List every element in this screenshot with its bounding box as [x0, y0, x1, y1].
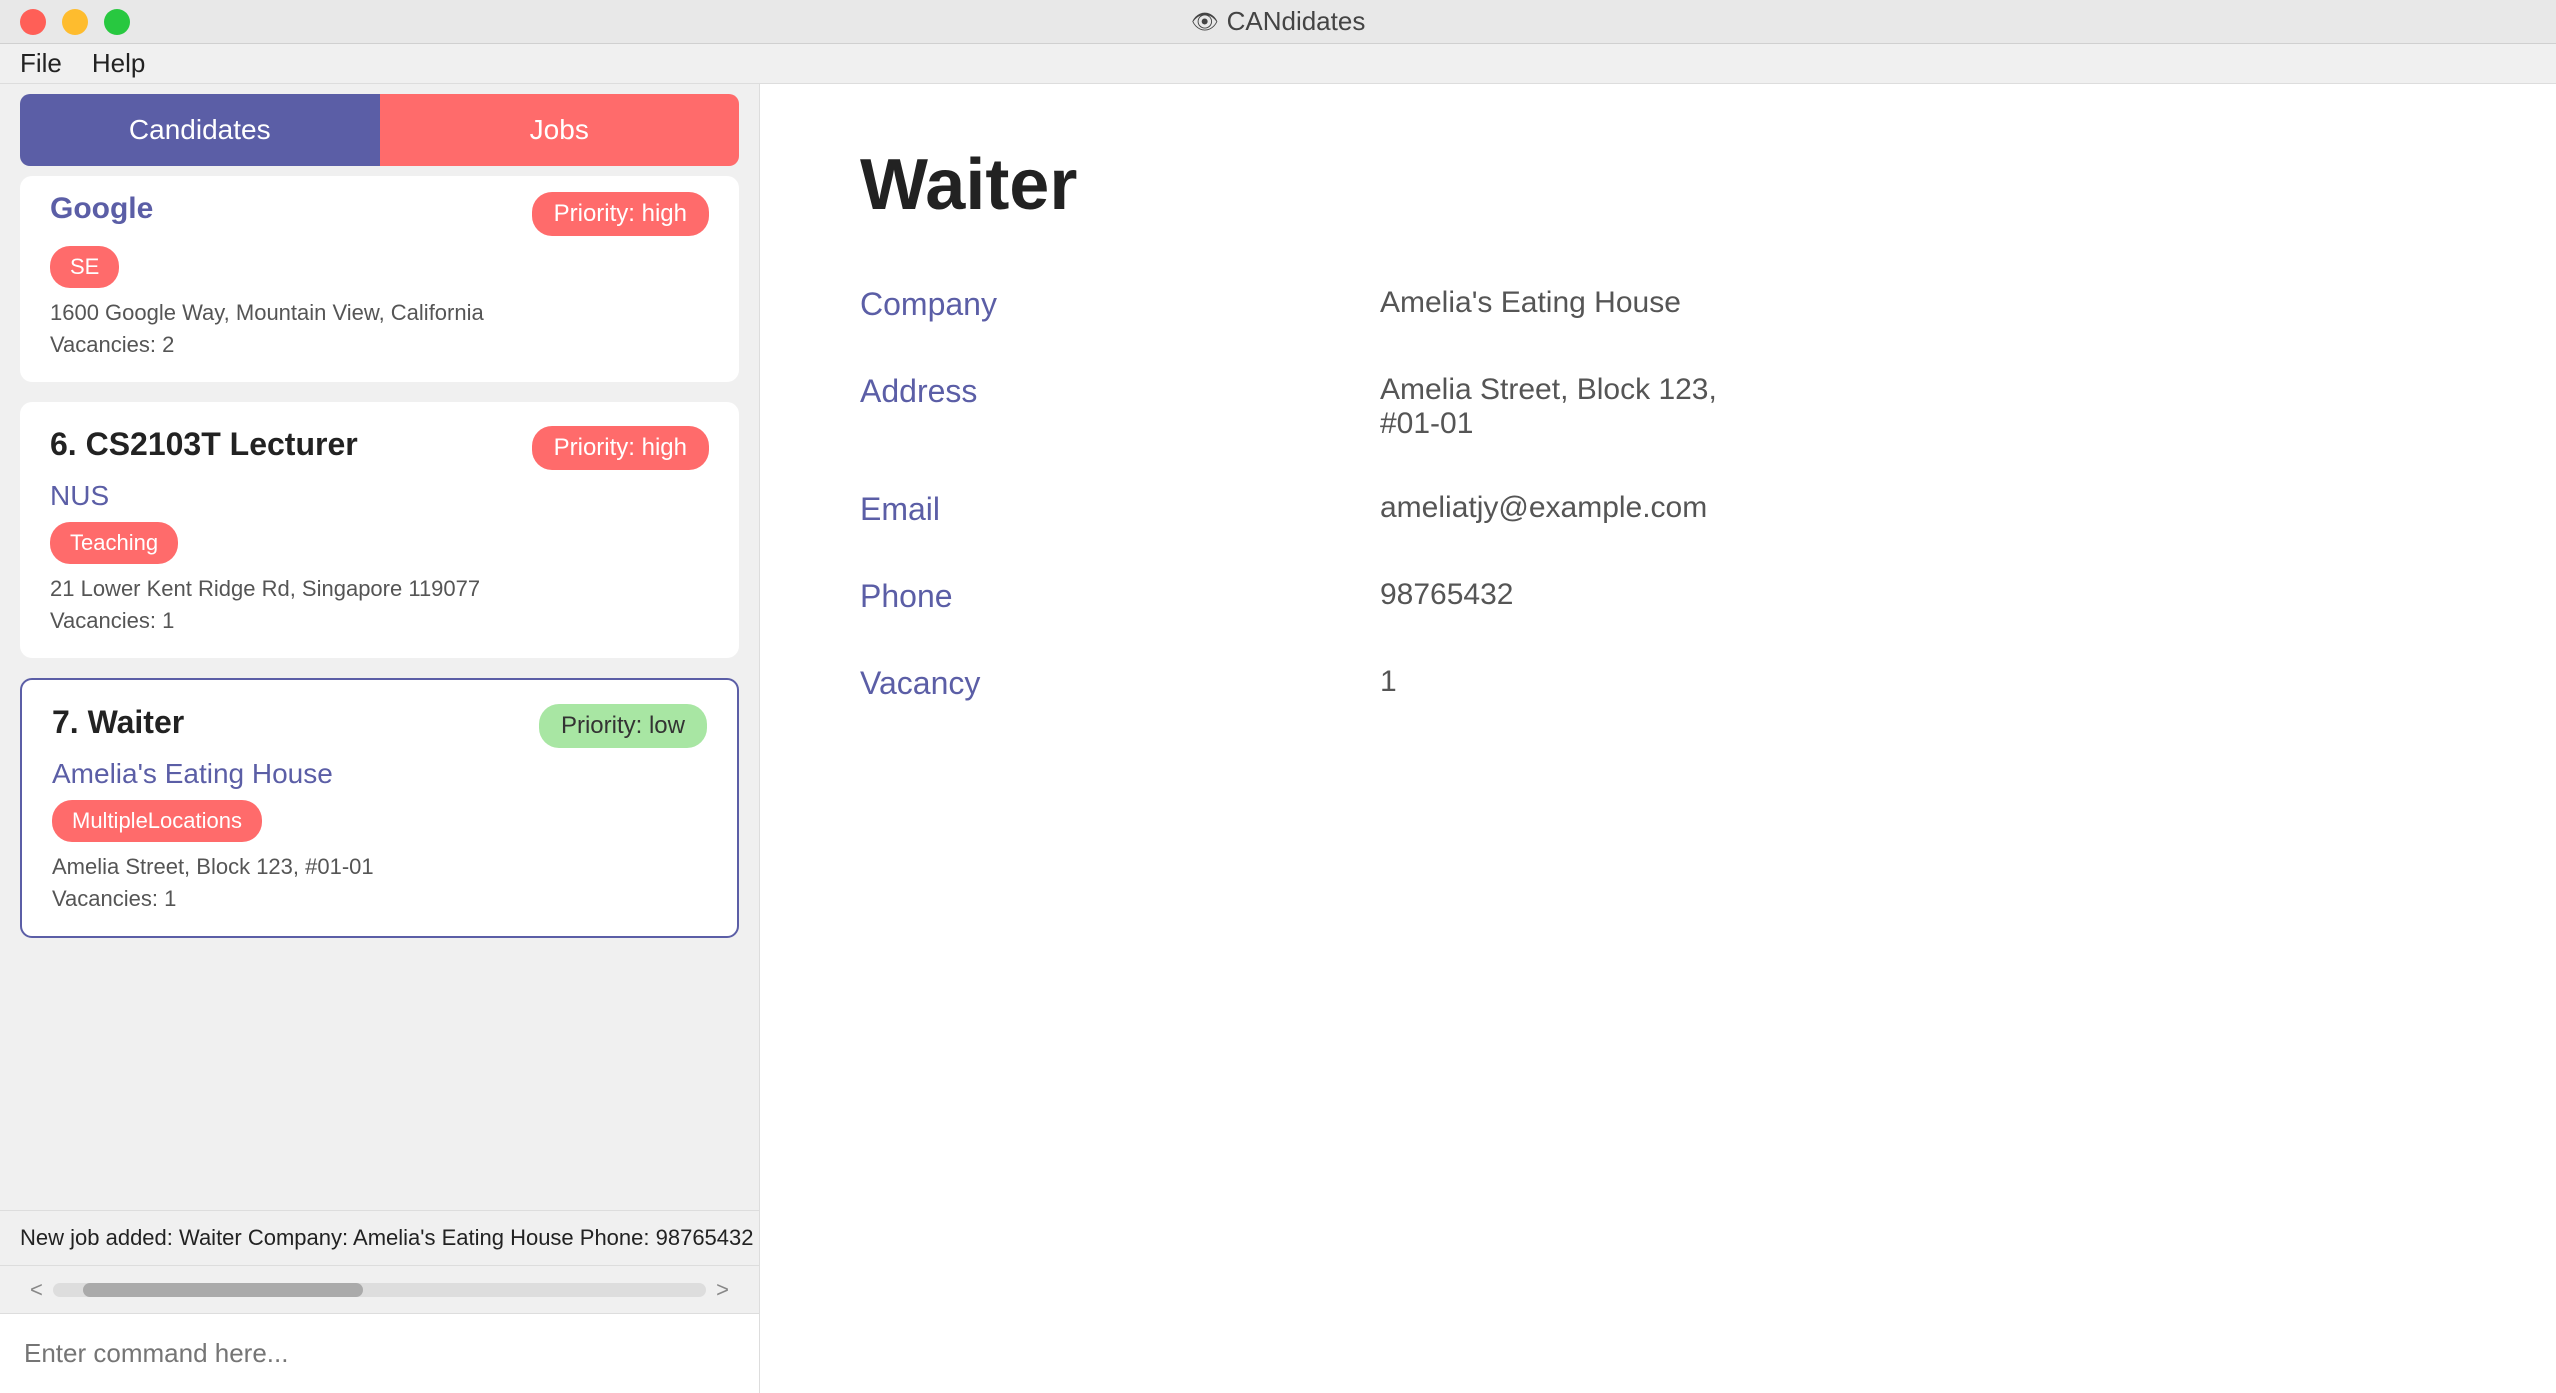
waiter-priority: Priority: low — [539, 704, 707, 748]
tab-jobs[interactable]: Jobs — [380, 94, 740, 166]
waiter-address: Amelia Street, Block 123, #01-01 — [52, 854, 707, 880]
detail-email-row: Email ameliatjy@example.com — [860, 491, 2456, 528]
detail-phone-label: Phone — [860, 578, 1380, 615]
command-bar — [0, 1313, 759, 1393]
close-button[interactable] — [20, 9, 46, 35]
detail-address-row: Address Amelia Street, Block 123,#01-01 — [860, 373, 2456, 441]
detail-address-label: Address — [860, 373, 1380, 410]
cs2103t-company: NUS — [50, 480, 709, 512]
detail-company-label: Company — [860, 286, 1380, 323]
detail-email-label: Email — [860, 491, 1380, 528]
job-card-waiter[interactable]: 7. Waiter Priority: low Amelia's Eating … — [20, 678, 739, 938]
detail-vacancy-row: Vacancy 1 — [860, 665, 2456, 702]
job-card-cs2103t[interactable]: 6. CS2103T Lecturer Priority: high NUS T… — [20, 402, 739, 658]
job-card-google[interactable]: Google Priority: high SE 1600 Google Way… — [20, 176, 739, 382]
cs2103t-tag: Teaching — [50, 522, 178, 564]
status-message: New job added: Waiter Company: Amelia's … — [20, 1225, 754, 1250]
tab-candidates[interactable]: Candidates — [20, 94, 380, 166]
app-title: 👁 CANdidates — [1191, 6, 1366, 37]
status-bar: New job added: Waiter Company: Amelia's … — [0, 1210, 759, 1265]
waiter-vacancies: Vacancies: 1 — [52, 886, 707, 912]
google-priority: Priority: high — [532, 192, 709, 236]
command-input[interactable] — [24, 1338, 735, 1369]
right-panel: Waiter Company Amelia's Eating House Add… — [760, 84, 2556, 1393]
maximize-button[interactable] — [104, 9, 130, 35]
scrollbar-thumb[interactable] — [83, 1283, 363, 1297]
detail-vacancy-label: Vacancy — [860, 665, 1380, 702]
cs2103t-priority: Priority: high — [532, 426, 709, 470]
detail-address-value: Amelia Street, Block 123,#01-01 — [1380, 373, 2456, 441]
job-list[interactable]: Google Priority: high SE 1600 Google Way… — [0, 176, 759, 1210]
waiter-title: 7. Waiter — [52, 704, 184, 741]
menu-help[interactable]: Help — [92, 48, 145, 79]
menubar: File Help — [0, 44, 2556, 84]
minimize-button[interactable] — [62, 9, 88, 35]
scroll-right-arrow[interactable]: > — [706, 1277, 739, 1303]
detail-phone-value: 98765432 — [1380, 578, 2456, 612]
left-panel: Candidates Jobs Google Priority: high SE… — [0, 84, 760, 1393]
waiter-company: Amelia's Eating House — [52, 758, 707, 790]
google-address: 1600 Google Way, Mountain View, Californ… — [50, 300, 709, 326]
detail-email-value: ameliatjy@example.com — [1380, 491, 2456, 525]
tab-row: Candidates Jobs — [0, 84, 759, 176]
scrollbar-track[interactable] — [53, 1283, 706, 1297]
detail-title: Waiter — [860, 144, 2456, 226]
app-icon: 👁 — [1191, 9, 1219, 35]
app-title-text: CANdidates — [1227, 6, 1366, 37]
cs2103t-address: 21 Lower Kent Ridge Rd, Singapore 119077 — [50, 576, 709, 602]
detail-phone-row: Phone 98765432 — [860, 578, 2456, 615]
scroll-left-arrow[interactable]: < — [20, 1277, 53, 1303]
google-tag: SE — [50, 246, 119, 288]
google-vacancies: Vacancies: 2 — [50, 332, 709, 358]
google-company: Google — [50, 192, 153, 226]
window-controls — [20, 9, 130, 35]
main-content: Candidates Jobs Google Priority: high SE… — [0, 84, 2556, 1393]
cs2103t-vacancies: Vacancies: 1 — [50, 608, 709, 634]
menu-file[interactable]: File — [20, 48, 62, 79]
scrollbar-area: < > — [0, 1265, 759, 1313]
detail-vacancy-value: 1 — [1380, 665, 2456, 699]
waiter-tag: MultipleLocations — [52, 800, 262, 842]
cs2103t-title: 6. CS2103T Lecturer — [50, 426, 358, 463]
detail-company-row: Company Amelia's Eating House — [860, 286, 2456, 323]
titlebar: 👁 CANdidates — [0, 0, 2556, 44]
detail-company-value: Amelia's Eating House — [1380, 286, 2456, 320]
